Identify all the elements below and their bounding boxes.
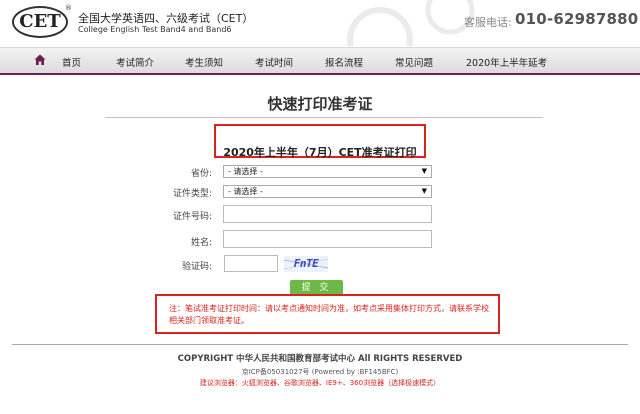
exam-name: 2020年上半年（7月）CET准考证打印	[223, 146, 417, 159]
chevron-down-icon: ▼	[421, 167, 427, 175]
notice-box: 注：笔试准考证打印时间：请以考点通知时间为准，如考点采用集体打印方式，请联系学校…	[155, 294, 500, 334]
title-divider	[105, 117, 543, 118]
id-number-label: 证件号码:	[172, 212, 212, 222]
captcha-input[interactable]	[224, 255, 278, 272]
registered-mark: ®	[65, 4, 72, 12]
home-icon[interactable]	[34, 54, 46, 66]
province-select-value: - 请选择 -	[228, 167, 263, 176]
chevron-down-icon: ▼	[421, 187, 427, 195]
captcha-image[interactable]: FnTE	[284, 256, 328, 272]
watermark-graphic	[347, 0, 475, 46]
province-label: 省份:	[190, 169, 212, 179]
id-type-label: 证件类型:	[172, 189, 212, 199]
nav-item-exam-time[interactable]: 考试时间	[255, 55, 293, 69]
browser-recommendation: 建议浏览器：火狐浏览器、谷歌浏览器、IE9+、360浏览器（选择极速模式）	[199, 379, 441, 387]
id-type-select[interactable]: - 请选择 - ▼	[223, 185, 432, 198]
nav-item-postponed-exam[interactable]: 2020年上半年延考	[466, 55, 547, 69]
footer-divider	[12, 344, 628, 345]
name-input[interactable]	[223, 230, 432, 248]
name-label: 姓名:	[190, 238, 212, 248]
nav-item-candidate-notice[interactable]: 考生须知	[185, 55, 223, 69]
id-number-input[interactable]	[223, 205, 432, 223]
nav-item-faq[interactable]: 常见问题	[395, 55, 433, 69]
icp-record[interactable]: 京ICP备05031027号 (Powered by :BF145BFC)	[0, 367, 640, 377]
captcha-text: FnTE	[293, 257, 319, 270]
notice-text: 注：笔试准考证打印时间：请以考点通知时间为准，如考点采用集体打印方式，请联系学校…	[169, 304, 489, 325]
phone-number: 010-62987880	[515, 10, 639, 28]
site-header: CET ® 全国大学英语四、六级考试（CET） College English …	[0, 0, 640, 46]
nav-item-exam-intro[interactable]: 考试简介	[116, 55, 154, 69]
main-nav: 首页 考试简介 考生须知 考试时间 报名流程 常见问题 2020年上半年延考	[0, 47, 640, 75]
nav-item-home[interactable]: 首页	[62, 55, 81, 69]
phone-label: 客服电话:	[464, 16, 512, 29]
page-title: 快速打印准考证	[267, 95, 373, 113]
id-type-select-value: - 请选择 -	[228, 187, 263, 196]
captcha-label: 验证码:	[181, 262, 212, 272]
exam-highlight-box: 2020年上半年（7月）CET准考证打印	[214, 124, 426, 159]
site-title-en: College English Test Band4 and Band6	[78, 25, 232, 34]
site-title-cn: 全国大学英语四、六级考试（CET）	[78, 12, 254, 25]
nav-item-registration[interactable]: 报名流程	[325, 55, 363, 69]
copyright-text: COPYRIGHT 中华人民共和国教育部考试中心 All RIGHTS RESE…	[177, 354, 463, 364]
province-select[interactable]: - 请选择 - ▼	[223, 165, 432, 178]
cet-logo[interactable]: CET	[12, 6, 68, 38]
